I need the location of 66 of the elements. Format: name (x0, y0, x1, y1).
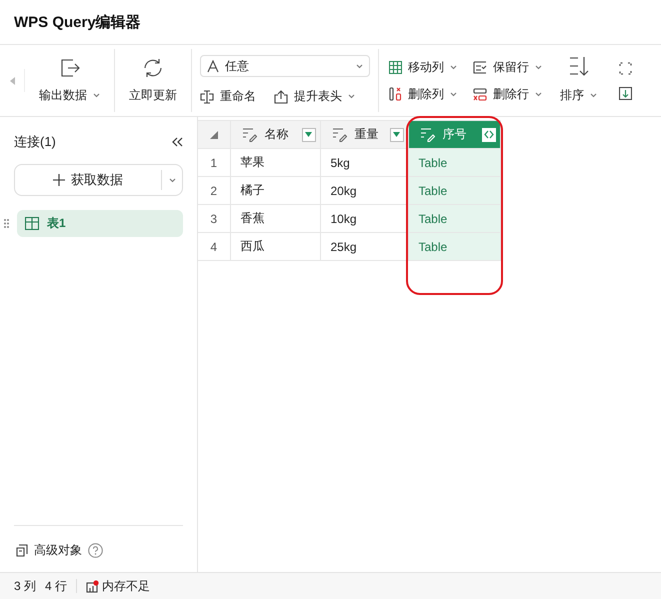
delete-rows-button[interactable]: 删除行 (473, 86, 542, 102)
dashed-frame-icon (619, 62, 632, 74)
table-icon (25, 217, 39, 230)
expand-button[interactable] (482, 128, 496, 142)
plus-icon (53, 174, 65, 186)
table-cell: 10kg (320, 204, 408, 232)
corner-triangle-icon (210, 130, 218, 138)
delete-column-button[interactable]: 删除列 (389, 86, 457, 102)
rename-button[interactable]: 重命名 (200, 88, 256, 105)
table-cell: Table (408, 176, 500, 204)
table-cell: 西瓜 (230, 232, 320, 260)
table-icon (389, 60, 402, 74)
sort-icon (568, 55, 590, 77)
rename-icon (200, 90, 214, 104)
filter-button[interactable] (390, 128, 404, 142)
triangle-icon (305, 132, 312, 137)
help-icon[interactable] (88, 542, 103, 558)
caret-icon (356, 64, 363, 68)
sort-button[interactable]: 排序 (552, 45, 605, 116)
table-cell: 5kg (320, 148, 408, 176)
filter-button[interactable] (302, 128, 316, 142)
connections-heading: 连接(1) (14, 133, 56, 151)
row-number: 2 (198, 176, 230, 204)
upload-icon (274, 90, 288, 104)
keep-rows-button[interactable]: 保留行 (473, 58, 542, 76)
table-cell: 20kg (320, 176, 408, 204)
arrows-icon (484, 130, 494, 139)
column-count: 3 列 (14, 578, 36, 594)
triangle-icon (393, 132, 400, 137)
edit-icon (330, 127, 346, 142)
document-icon (16, 544, 28, 556)
table-cell: 香蕉 (230, 204, 320, 232)
table-cell: Table (408, 204, 500, 232)
memory-status: 内存不足 (102, 578, 150, 594)
query-item[interactable]: 表1 (17, 210, 183, 237)
export-button[interactable]: 输出数据 (25, 45, 114, 116)
table-cell: 橘子 (230, 176, 320, 204)
window-title: WPS Query编辑器 (0, 0, 661, 45)
caret-icon (168, 178, 176, 182)
get-data-button[interactable]: 获取数据 (14, 164, 183, 196)
fill-down-icon (619, 86, 632, 100)
advanced-objects-label: 高级对象 (34, 542, 82, 558)
rows-check-icon (473, 60, 487, 74)
table-cell: 苹果 (230, 148, 320, 176)
export-icon (58, 57, 80, 79)
row-number: 4 (198, 232, 230, 260)
move-column-button[interactable]: 移动列 (389, 58, 457, 76)
drag-handle-icon (4, 219, 9, 228)
edit-icon (240, 127, 256, 142)
column-header[interactable]: 序号 (408, 120, 500, 148)
type-dropdown[interactable]: 任意 (200, 55, 370, 77)
row-count: 4 行 (45, 578, 68, 594)
edit-icon (418, 127, 434, 142)
column-header[interactable]: 名称 (230, 120, 320, 148)
refresh-button[interactable]: 立即更新 (115, 45, 191, 116)
delete-column-icon (389, 87, 402, 101)
delete-row-icon (473, 88, 487, 100)
row-number: 3 (198, 204, 230, 232)
table-cell: Table (408, 148, 500, 176)
row-number: 1 (198, 148, 230, 176)
column-header[interactable]: 重量 (320, 120, 408, 148)
text-type-icon (207, 60, 219, 72)
promote-header-button[interactable]: 提升表头 (274, 88, 355, 105)
left-arrow-icon (10, 76, 14, 84)
table-cell: Table (408, 232, 500, 260)
table-cell: 25kg (320, 232, 408, 260)
